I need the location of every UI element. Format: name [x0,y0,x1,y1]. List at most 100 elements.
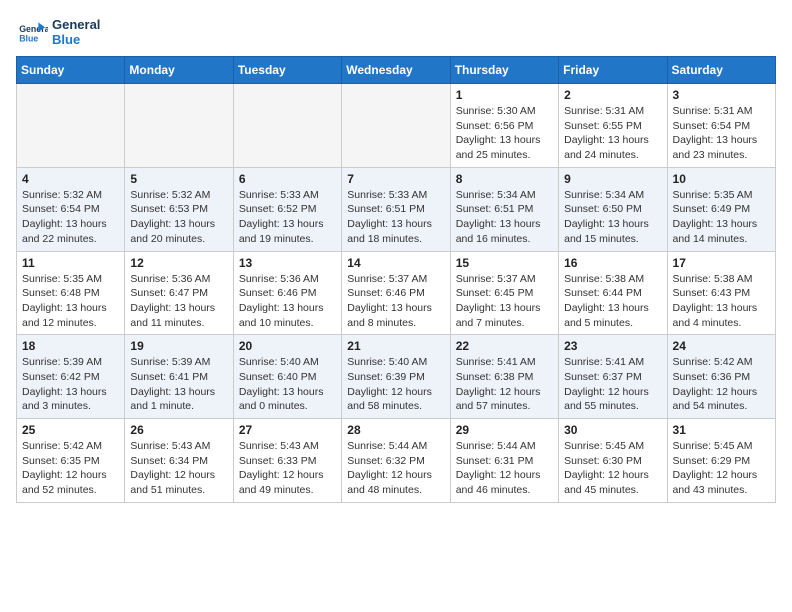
calendar-table: SundayMondayTuesdayWednesdayThursdayFrid… [16,56,776,503]
day-detail: Sunrise: 5:34 AM Sunset: 6:51 PM Dayligh… [456,188,553,247]
day-number: 10 [673,172,770,186]
day-number: 14 [347,256,444,270]
day-detail: Sunrise: 5:38 AM Sunset: 6:44 PM Dayligh… [564,272,661,331]
day-number: 17 [673,256,770,270]
calendar-day-cell: 9Sunrise: 5:34 AM Sunset: 6:50 PM Daylig… [559,167,667,251]
day-detail: Sunrise: 5:36 AM Sunset: 6:47 PM Dayligh… [130,272,227,331]
svg-text:General: General [19,24,48,34]
calendar-day-cell: 29 Sunrise: 5:44 AM Sunset: 6:31 PM Dayli… [450,419,558,503]
day-detail: Sunrise: 5:39 AM Sunset: 6:41 PM Dayligh… [130,355,227,414]
day-detail: Sunrise: 5:38 AM Sunset: 6:43 PM Dayligh… [673,272,770,331]
day-detail: Sunrise: 5:45 AM Sunset: 6:29 PM Dayligh… [673,439,770,498]
day-detail: Sunrise: 5:42 AM Sunset: 6:36 PM Dayligh… [673,355,770,414]
day-number: 2 [564,88,661,102]
day-detail: Sunrise: 5:41 AM Sunset: 6:38 PM Dayligh… [456,355,553,414]
logo-text-line2: Blue [52,32,100,47]
day-number: 29 [456,423,553,437]
day-detail: Sunrise: 5:33 AM Sunset: 6:52 PM Dayligh… [239,188,336,247]
day-number: 24 [673,339,770,353]
day-of-week-header: Tuesday [233,57,341,84]
day-detail: Sunrise: 5:44 AM Sunset: 6:31 PM Dayligh… [456,439,553,498]
calendar-day-cell: 20Sunrise: 5:40 AM Sunset: 6:40 PM Dayli… [233,335,341,419]
day-detail: Sunrise: 5:31 AM Sunset: 6:55 PM Dayligh… [564,104,661,163]
day-number: 1 [456,88,553,102]
calendar-day-cell: 12 Sunrise: 5:36 AM Sunset: 6:47 PM Dayli… [125,251,233,335]
day-of-week-header: Sunday [17,57,125,84]
calendar-day-cell: 22 Sunrise: 5:41 AM Sunset: 6:38 PM Dayli… [450,335,558,419]
calendar-week-row: 11Sunrise: 5:35 AM Sunset: 6:48 PM Dayli… [17,251,776,335]
day-detail: Sunrise: 5:43 AM Sunset: 6:34 PM Dayligh… [130,439,227,498]
day-detail: Sunrise: 5:31 AM Sunset: 6:54 PM Dayligh… [673,104,770,163]
page-header: General Blue General Blue [16,16,776,48]
calendar-day-cell: 19 Sunrise: 5:39 AM Sunset: 6:41 PM Dayli… [125,335,233,419]
day-detail: Sunrise: 5:45 AM Sunset: 6:30 PM Dayligh… [564,439,661,498]
calendar-day-cell: 17 Sunrise: 5:38 AM Sunset: 6:43 PM Dayli… [667,251,775,335]
calendar-week-row: 4Sunrise: 5:32 AM Sunset: 6:54 PM Daylig… [17,167,776,251]
calendar-day-cell: 15Sunrise: 5:37 AM Sunset: 6:45 PM Dayli… [450,251,558,335]
day-of-week-header: Thursday [450,57,558,84]
day-number: 6 [239,172,336,186]
day-number: 19 [130,339,227,353]
day-number: 8 [456,172,553,186]
calendar-day-cell: 27 Sunrise: 5:43 AM Sunset: 6:33 PM Dayli… [233,419,341,503]
day-number: 27 [239,423,336,437]
calendar-day-cell: 21Sunrise: 5:40 AM Sunset: 6:39 PM Dayli… [342,335,450,419]
calendar-day-cell: 2 Sunrise: 5:31 AM Sunset: 6:55 PM Daylig… [559,84,667,168]
calendar-day-cell: 7 Sunrise: 5:33 AM Sunset: 6:51 PM Daylig… [342,167,450,251]
day-of-week-header: Monday [125,57,233,84]
day-number: 7 [347,172,444,186]
calendar-header-row: SundayMondayTuesdayWednesdayThursdayFrid… [17,57,776,84]
day-detail: Sunrise: 5:33 AM Sunset: 6:51 PM Dayligh… [347,188,444,247]
calendar-week-row: 18Sunrise: 5:39 AM Sunset: 6:42 PM Dayli… [17,335,776,419]
calendar-week-row: 1 Sunrise: 5:30 AM Sunset: 6:56 PM Daylig… [17,84,776,168]
calendar-day-cell: 30Sunrise: 5:45 AM Sunset: 6:30 PM Dayli… [559,419,667,503]
day-number: 22 [456,339,553,353]
day-number: 13 [239,256,336,270]
calendar-day-cell: 11Sunrise: 5:35 AM Sunset: 6:48 PM Dayli… [17,251,125,335]
calendar-day-cell: 16 Sunrise: 5:38 AM Sunset: 6:44 PM Dayli… [559,251,667,335]
calendar-day-cell: 8 Sunrise: 5:34 AM Sunset: 6:51 PM Daylig… [450,167,558,251]
day-detail: Sunrise: 5:30 AM Sunset: 6:56 PM Dayligh… [456,104,553,163]
calendar-day-cell: 26Sunrise: 5:43 AM Sunset: 6:34 PM Dayli… [125,419,233,503]
day-detail: Sunrise: 5:35 AM Sunset: 6:49 PM Dayligh… [673,188,770,247]
day-detail: Sunrise: 5:41 AM Sunset: 6:37 PM Dayligh… [564,355,661,414]
day-number: 16 [564,256,661,270]
day-detail: Sunrise: 5:36 AM Sunset: 6:46 PM Dayligh… [239,272,336,331]
logo-text-line1: General [52,17,100,32]
calendar-day-cell: 18Sunrise: 5:39 AM Sunset: 6:42 PM Dayli… [17,335,125,419]
day-number: 28 [347,423,444,437]
calendar-day-cell: 14 Sunrise: 5:37 AM Sunset: 6:46 PM Dayli… [342,251,450,335]
day-of-week-header: Friday [559,57,667,84]
day-detail: Sunrise: 5:32 AM Sunset: 6:53 PM Dayligh… [130,188,227,247]
svg-text:Blue: Blue [19,34,38,44]
day-number: 12 [130,256,227,270]
day-detail: Sunrise: 5:37 AM Sunset: 6:46 PM Dayligh… [347,272,444,331]
calendar-day-cell: 23 Sunrise: 5:41 AM Sunset: 6:37 PM Dayli… [559,335,667,419]
calendar-day-cell: 24 Sunrise: 5:42 AM Sunset: 6:36 PM Dayli… [667,335,775,419]
day-detail: Sunrise: 5:40 AM Sunset: 6:40 PM Dayligh… [239,355,336,414]
calendar-day-cell: 1 Sunrise: 5:30 AM Sunset: 6:56 PM Daylig… [450,84,558,168]
calendar-day-cell: 31 Sunrise: 5:45 AM Sunset: 6:29 PM Dayli… [667,419,775,503]
day-detail: Sunrise: 5:35 AM Sunset: 6:48 PM Dayligh… [22,272,119,331]
day-detail: Sunrise: 5:43 AM Sunset: 6:33 PM Dayligh… [239,439,336,498]
day-number: 15 [456,256,553,270]
calendar-day-cell: 28Sunrise: 5:44 AM Sunset: 6:32 PM Dayli… [342,419,450,503]
calendar-day-cell: 5 Sunrise: 5:32 AM Sunset: 6:53 PM Daylig… [125,167,233,251]
calendar-week-row: 25 Sunrise: 5:42 AM Sunset: 6:35 PM Dayli… [17,419,776,503]
day-number: 25 [22,423,119,437]
day-number: 23 [564,339,661,353]
day-detail: Sunrise: 5:42 AM Sunset: 6:35 PM Dayligh… [22,439,119,498]
calendar-day-cell: 25 Sunrise: 5:42 AM Sunset: 6:35 PM Dayli… [17,419,125,503]
calendar-day-cell: 3Sunrise: 5:31 AM Sunset: 6:54 PM Daylig… [667,84,775,168]
calendar-day-cell: 10 Sunrise: 5:35 AM Sunset: 6:49 PM Dayli… [667,167,775,251]
day-detail: Sunrise: 5:40 AM Sunset: 6:39 PM Dayligh… [347,355,444,414]
day-of-week-header: Saturday [667,57,775,84]
calendar-day-cell [17,84,125,168]
day-number: 18 [22,339,119,353]
day-detail: Sunrise: 5:32 AM Sunset: 6:54 PM Dayligh… [22,188,119,247]
day-number: 31 [673,423,770,437]
day-number: 5 [130,172,227,186]
calendar-day-cell [342,84,450,168]
calendar-day-cell: 4Sunrise: 5:32 AM Sunset: 6:54 PM Daylig… [17,167,125,251]
day-of-week-header: Wednesday [342,57,450,84]
